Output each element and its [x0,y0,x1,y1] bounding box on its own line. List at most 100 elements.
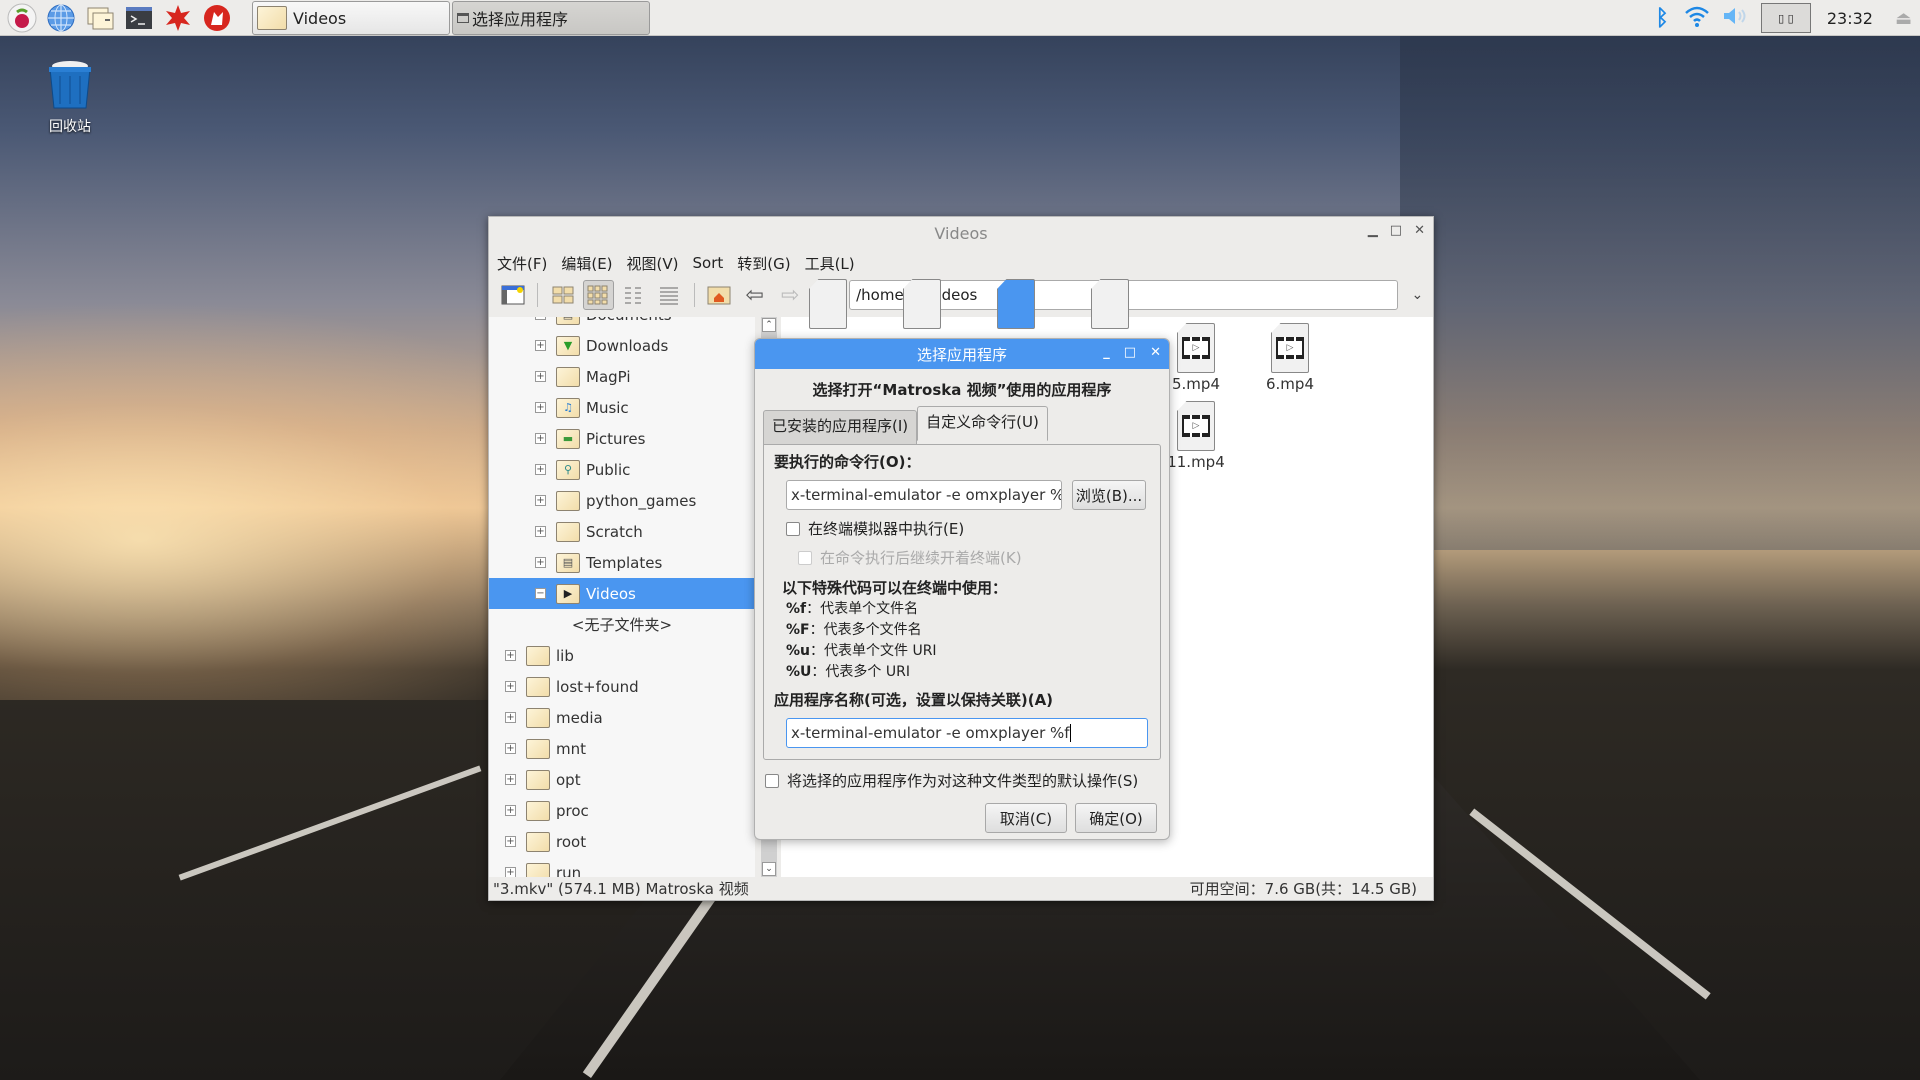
expand-icon[interactable]: + [535,557,546,568]
tree-item[interactable]: + ▼ Downloads [489,330,755,361]
tree-item[interactable]: + opt [489,764,755,795]
expand-icon[interactable]: + [505,712,516,723]
tab-custom-command[interactable]: 自定义命令行(U) [917,406,1048,441]
dialog-titlebar[interactable]: 选择应用程序 _ □ ✕ [755,339,1169,369]
run-in-terminal-checkbox[interactable]: 在终端模拟器中执行(E) [774,518,1150,539]
app-name-label: 应用程序名称(可选，设置以保持关联)(A) [774,691,1054,709]
chevron-down-icon: ⌄ [1411,287,1424,303]
eject-icon[interactable]: ⏏ [1895,8,1912,29]
tree-item-label: Music [586,398,629,417]
minimize-icon[interactable]: ▁ [1368,223,1378,238]
tree-item[interactable]: − ▶ Videos [489,578,755,609]
tree-item[interactable]: + ♫ Music [489,392,755,423]
close-icon[interactable]: ✕ [1414,223,1425,238]
raspberry-menu-icon[interactable] [5,1,39,35]
tree-item[interactable]: + root [489,826,755,857]
tree-item-label: root [556,832,587,851]
tree-item[interactable]: + ⚲ Public [489,454,755,485]
forward-button[interactable]: ⇨ [774,280,805,310]
ok-button[interactable]: 确定(O) [1075,803,1157,833]
menu-view[interactable]: 视图(V) [627,253,679,274]
scroll-up-icon[interactable]: ⌃ [762,318,776,332]
file-manager-icon[interactable] [83,1,117,35]
view-list-button[interactable] [653,280,684,310]
checkbox-box[interactable] [786,521,800,536]
file-icon-selected[interactable] [997,279,1035,329]
expand-icon[interactable]: + [535,526,546,537]
file-item[interactable]: ▷ 6.mp4 [1245,323,1335,393]
expand-icon[interactable]: + [505,681,516,692]
expand-icon[interactable]: + [535,402,546,413]
menu-file[interactable]: 文件(F) [497,253,547,274]
trash-label: 回收站 [49,119,91,135]
web-browser-icon[interactable] [44,1,78,35]
path-history-button[interactable]: ⌄ [1402,280,1433,310]
expand-icon[interactable]: + [505,836,516,847]
task-choose-app[interactable]: 选择应用程序 [452,1,650,35]
maximize-icon[interactable]: □ [1390,223,1402,238]
scroll-down-icon[interactable]: ⌄ [762,862,776,876]
collapse-icon[interactable]: − [535,588,546,599]
bluetooth-icon[interactable]: ᛒ [1656,6,1669,31]
expand-icon[interactable]: + [535,371,546,382]
menu-edit[interactable]: 编辑(E) [561,253,612,274]
app-name-input[interactable]: x-terminal-emulator -e omxplayer %f [786,718,1148,748]
tree-item[interactable]: + ▬ Pictures [489,423,755,454]
expand-icon[interactable]: + [535,317,546,320]
mathematica-icon[interactable] [161,1,195,35]
expand-icon[interactable]: + [505,805,516,816]
checkbox-box[interactable] [765,773,779,788]
close-icon[interactable]: ✕ [1150,345,1161,360]
minimize-icon[interactable]: _ [1103,345,1110,360]
compact-view-icon [624,287,641,304]
tree-item[interactable]: + python_games [489,485,755,516]
expand-icon[interactable]: + [535,495,546,506]
tree-item[interactable]: + run [489,857,755,877]
tree-item[interactable]: + mnt [489,733,755,764]
file-icon-partial[interactable] [903,279,941,329]
tree-item[interactable]: + proc [489,795,755,826]
back-button[interactable]: ⇦ [739,280,770,310]
tree-item[interactable]: + Scratch [489,516,755,547]
view-thumbnails-button[interactable] [582,280,615,310]
view-compact-button[interactable] [618,280,649,310]
default-action-checkbox[interactable]: 将选择的应用程序作为对这种文件类型的默认操作(S) [765,770,1169,791]
expand-icon[interactable]: + [535,464,546,475]
task-videos[interactable]: Videos [252,1,450,35]
window-titlebar[interactable]: Videos ▁ □ ✕ [489,217,1433,249]
expand-icon[interactable]: + [535,433,546,444]
wifi-icon[interactable] [1683,3,1711,33]
home-button[interactable] [704,280,735,310]
new-tab-button[interactable] [497,280,528,310]
tab-installed-apps[interactable]: 已安装的应用程序(I) [763,410,918,444]
tree-item[interactable]: + ▤ Documents [489,317,755,330]
tree-item[interactable]: + media [489,702,755,733]
tree-item[interactable]: + MagPi [489,361,755,392]
volume-icon[interactable] [1721,3,1749,33]
cpu-monitor[interactable]: ▯ ▯ [1760,3,1811,33]
menu-tools[interactable]: 工具(L) [805,253,855,274]
browse-button[interactable]: 浏览(B)... [1072,480,1146,510]
code-desc: ：代表单个文件名 [806,601,919,617]
maximize-icon[interactable]: □ [1124,345,1136,360]
tree-item[interactable]: + lost+found [489,671,755,702]
expand-icon[interactable]: + [505,650,516,661]
cancel-button[interactable]: 取消(C) [985,803,1067,833]
code-row: %F：代表多个文件名 [778,620,1150,641]
expand-icon[interactable]: + [505,774,516,785]
command-input[interactable]: x-terminal-emulator -e omxplayer %f [786,480,1062,510]
wolfram-icon[interactable] [200,1,234,35]
terminal-icon[interactable] [122,1,156,35]
file-icon-partial[interactable] [1091,279,1129,329]
expand-icon[interactable]: + [535,340,546,351]
file-icon-partial[interactable] [809,279,847,329]
tree-item[interactable]: + lib [489,640,755,671]
menu-go[interactable]: 转到(G) [737,253,790,274]
clock[interactable]: 23:32 [1827,9,1873,28]
menu-sort[interactable]: Sort [693,254,724,272]
tree-item[interactable]: + ▤ Templates [489,547,755,578]
expand-icon[interactable]: + [505,743,516,754]
code: %u [786,643,810,659]
view-icons-button[interactable] [547,280,578,310]
desktop-trash[interactable]: 回收站 [36,58,104,136]
